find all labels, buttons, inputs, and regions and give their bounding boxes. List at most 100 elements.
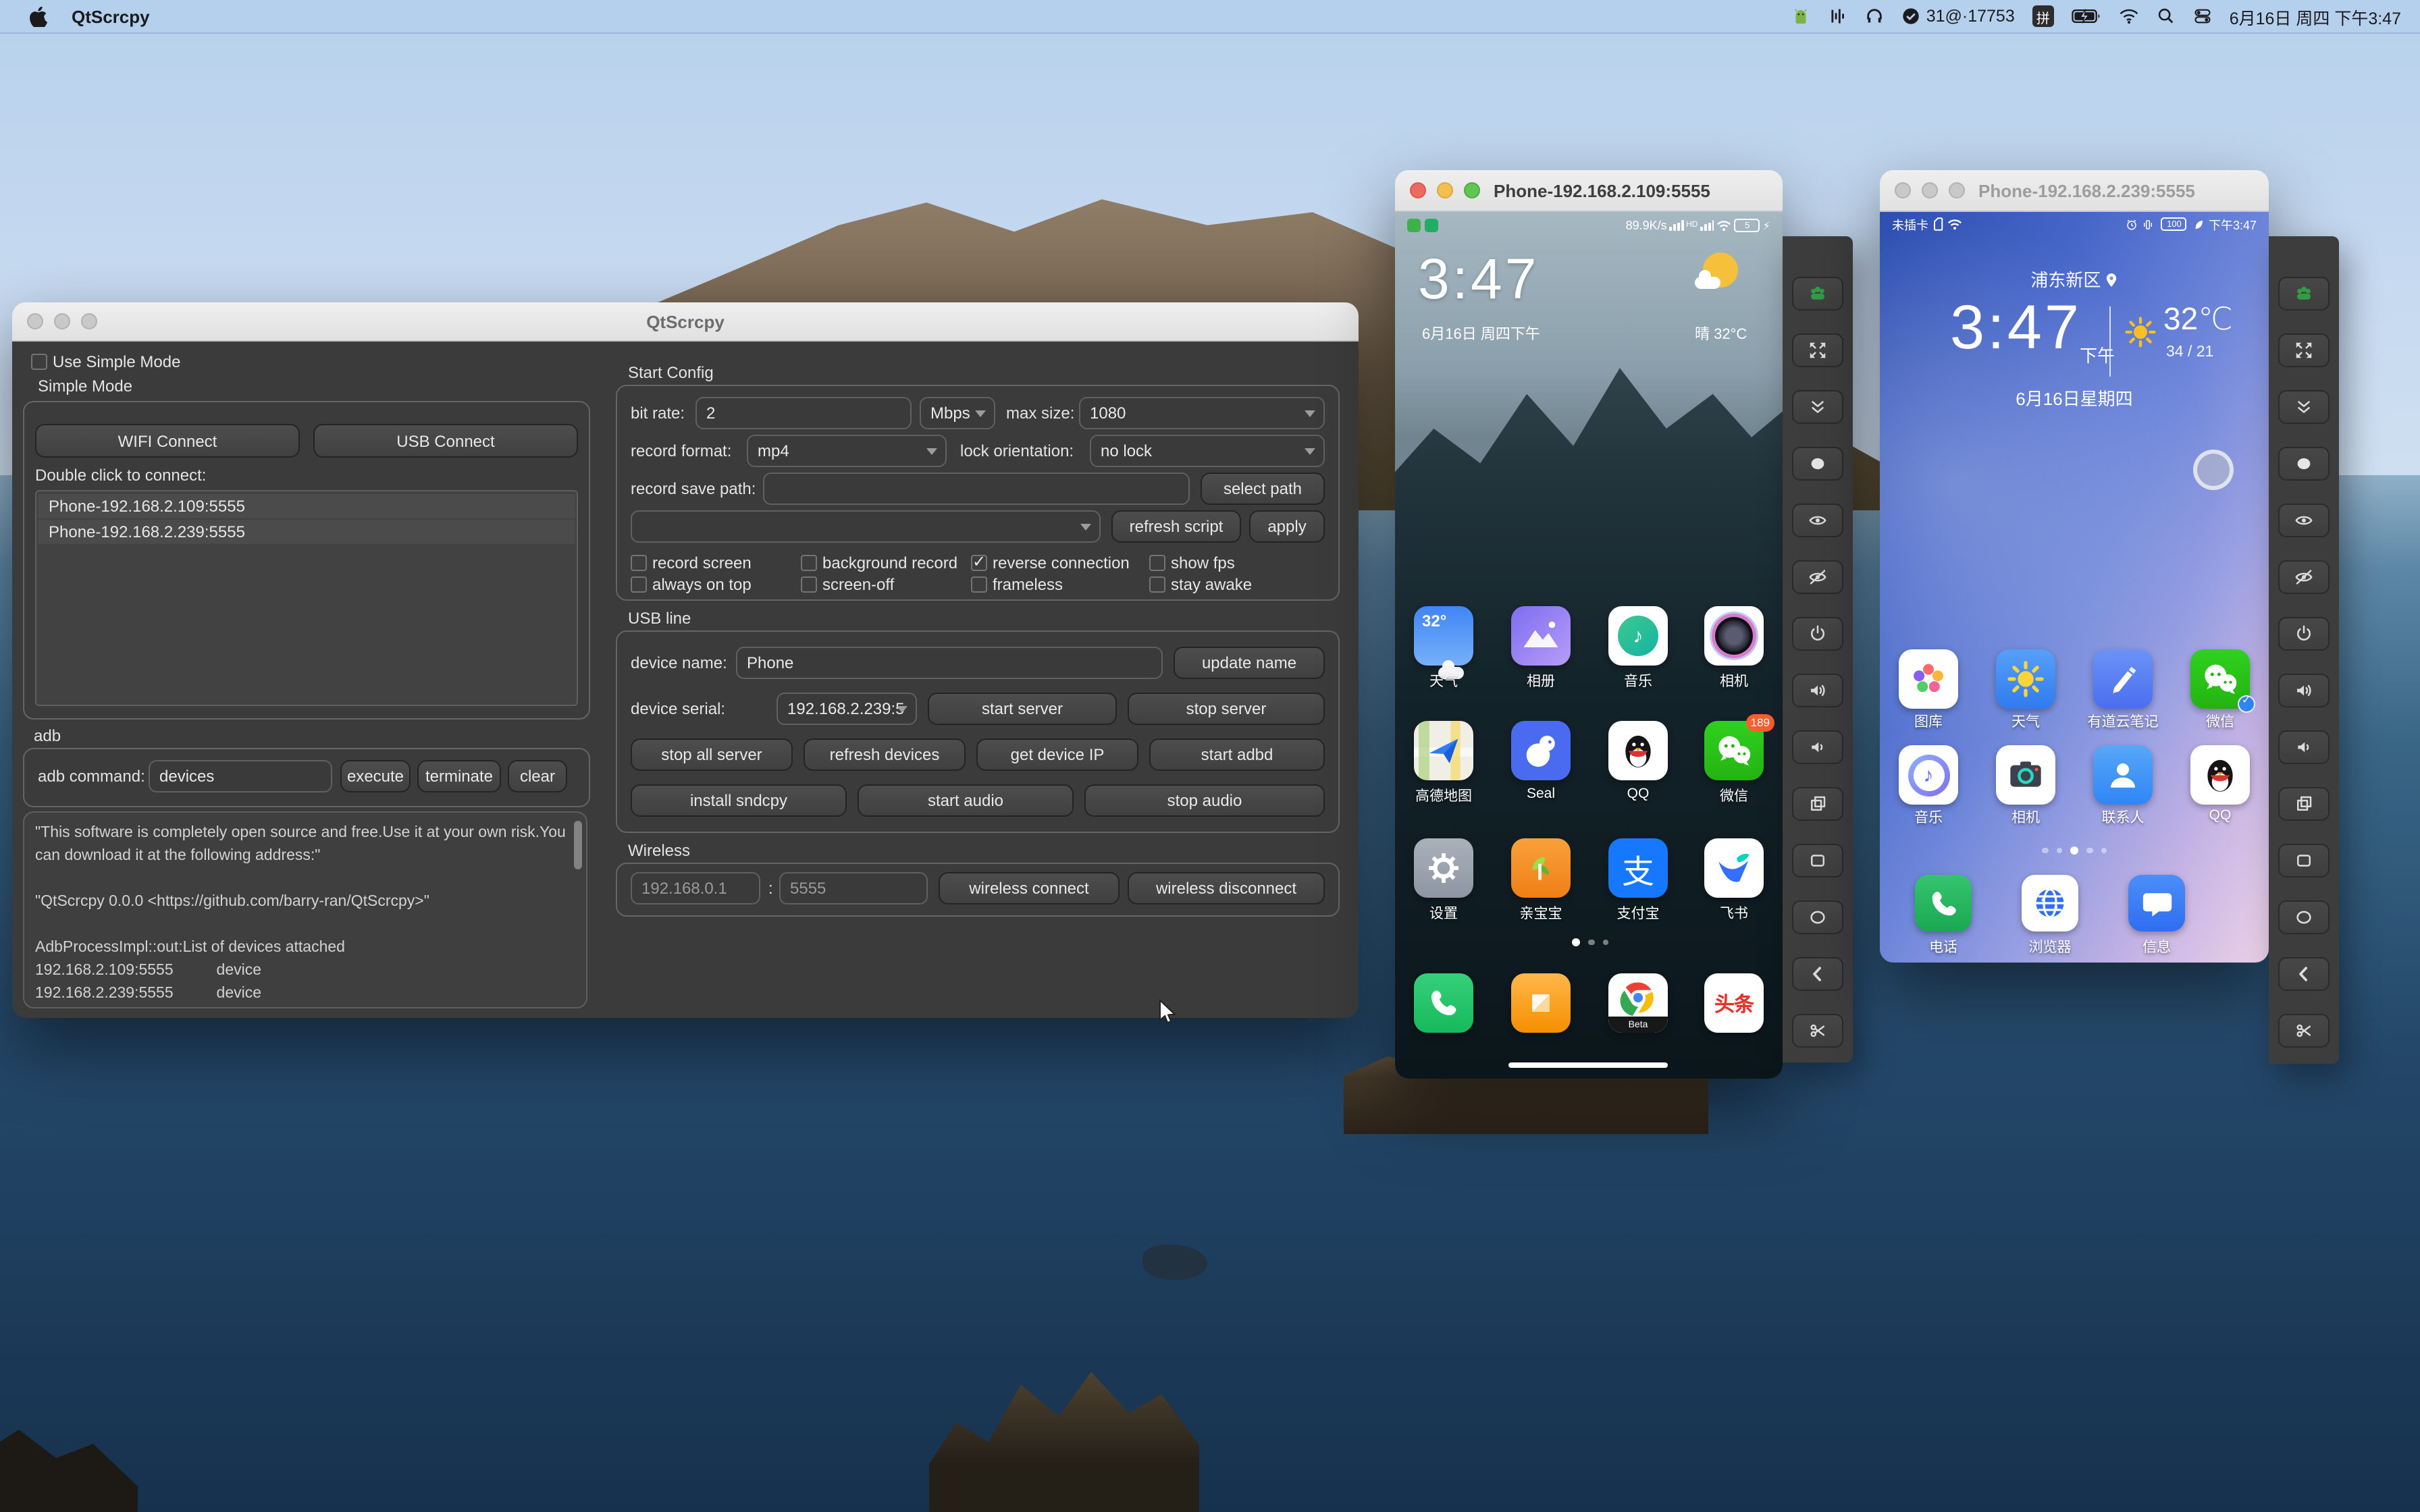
lock-orientation-combo[interactable]: no lock: [1090, 435, 1325, 467]
back-button[interactable]: [2278, 957, 2330, 991]
app-icon-qq2[interactable]: [2190, 745, 2250, 805]
phone1-screen[interactable]: 89.9K/s HD 5 ⚡ 3:47 6月16日 周四下午 晴 32°C 32…: [1395, 212, 1783, 1079]
qtscrcpy-titlebar[interactable]: QtScrcpy: [12, 302, 1359, 342]
control-center-icon[interactable]: [2193, 7, 2212, 26]
app-icon-camera[interactable]: [1704, 606, 1764, 666]
assistive-ball[interactable]: [2193, 450, 2234, 490]
device-serial-combo[interactable]: 192.168.2.239:5: [777, 693, 917, 725]
update-name-button[interactable]: update name: [1174, 647, 1325, 679]
phone2-titlebar[interactable]: Phone-192.168.2.239:5555: [1880, 170, 2269, 212]
record-format-combo[interactable]: mp4: [747, 435, 947, 467]
copy-screen-button[interactable]: [2278, 787, 2330, 821]
dock-icon-browser[interactable]: [2022, 875, 2078, 932]
app-icon-alipay[interactable]: 支: [1608, 838, 1668, 898]
clear-button[interactable]: clear: [508, 760, 567, 792]
volume-up-button[interactable]: [1792, 674, 1843, 707]
volume-up-button[interactable]: [2278, 674, 2330, 707]
group-control-button[interactable]: [2278, 277, 2330, 310]
get-device-ip-button[interactable]: get device IP: [976, 738, 1138, 771]
power-button[interactable]: [1792, 617, 1843, 651]
app-icon-music2[interactable]: ♪: [1899, 745, 1958, 805]
app-icon-qq[interactable]: [1608, 721, 1668, 780]
close-button[interactable]: [1410, 182, 1426, 198]
start-adbd-button[interactable]: start adbd: [1149, 738, 1325, 771]
dock-icon-phone2[interactable]: [1915, 875, 1972, 932]
activity-monitor-icon[interactable]: [1829, 7, 1848, 26]
touch-button[interactable]: [2278, 447, 2330, 481]
max-size-combo[interactable]: 1080: [1079, 397, 1325, 429]
screen-off-checkbox[interactable]: screen-off: [801, 575, 894, 594]
minimize-button[interactable]: [1437, 182, 1453, 198]
apple-menu-icon[interactable]: [30, 6, 47, 26]
collapse-button[interactable]: [2278, 390, 2330, 424]
app-icon-gallery[interactable]: [1899, 649, 1958, 709]
wireless-ip-input[interactable]: [631, 872, 760, 905]
app-icon-camera2[interactable]: [1996, 745, 2055, 805]
im-status-icon[interactable]: 31@·17753: [1902, 7, 2015, 26]
app-icon-qinbaobao[interactable]: [1511, 838, 1571, 898]
hide-screen-button[interactable]: [1792, 560, 1843, 594]
volume-down-button[interactable]: [1792, 730, 1843, 764]
app-icon-amap[interactable]: [1414, 721, 1473, 780]
bit-rate-input[interactable]: [695, 397, 912, 429]
copy-screen-button[interactable]: [1792, 787, 1843, 821]
android-emulator-icon[interactable]: [1791, 6, 1812, 26]
record-screen-checkbox[interactable]: record screen: [631, 554, 752, 572]
app-icon-contacts[interactable]: [2093, 745, 2153, 805]
frameless-checkbox[interactable]: frameless: [971, 575, 1063, 594]
stop-server-button[interactable]: stop server: [1128, 693, 1325, 725]
zoom-button[interactable]: [1949, 182, 1965, 198]
use-simple-mode-checkbox[interactable]: Use Simple Mode: [31, 352, 180, 371]
show-screen-button[interactable]: [1792, 504, 1843, 537]
select-path-button[interactable]: select path: [1201, 473, 1325, 505]
volume-down-button[interactable]: [2278, 730, 2330, 764]
hide-screen-button[interactable]: [2278, 560, 2330, 594]
device-list-item[interactable]: Phone-192.168.2.239:5555: [38, 520, 575, 544]
app-icon-wechat2[interactable]: [2190, 649, 2255, 713]
adb-command-input[interactable]: [149, 760, 332, 792]
stop-audio-button[interactable]: stop audio: [1084, 784, 1325, 817]
zoom-button[interactable]: [1464, 182, 1480, 198]
app-icon-settings[interactable]: [1414, 838, 1473, 898]
dock-icon-messages[interactable]: [2128, 875, 2185, 932]
menubar-clock[interactable]: 6月16日 周四 下午3:47: [2230, 3, 2401, 29]
fullscreen-button[interactable]: [2278, 333, 2330, 367]
dock-icon-chrome-beta[interactable]: Beta: [1608, 973, 1668, 1033]
spotlight-search-icon[interactable]: [2157, 7, 2176, 26]
reverse-connection-checkbox[interactable]: reverse connection: [971, 552, 1130, 572]
app-switch-button[interactable]: [2278, 844, 2330, 878]
apply-button[interactable]: apply: [1249, 510, 1325, 543]
adb-output-console[interactable]: "This software is completely open source…: [23, 811, 587, 1008]
device-list[interactable]: Phone-192.168.2.109:5555 Phone-192.168.2…: [35, 490, 578, 706]
record-save-path-input[interactable]: [763, 473, 1190, 505]
app-switch-button[interactable]: [1792, 844, 1843, 878]
home-button[interactable]: [2278, 900, 2330, 934]
start-audio-button[interactable]: start audio: [858, 784, 1074, 817]
always-on-top-checkbox[interactable]: always on top: [631, 575, 752, 594]
refresh-devices-button[interactable]: refresh devices: [804, 738, 966, 771]
execute-button[interactable]: execute: [340, 760, 411, 792]
app-icon-wechat[interactable]: 189: [1704, 714, 1774, 780]
close-button[interactable]: [1895, 182, 1911, 198]
app-icon-music[interactable]: ♪: [1608, 606, 1668, 666]
input-method-icon[interactable]: 拼: [2032, 5, 2054, 27]
phone2-screen[interactable]: 未插卡 100 下午3:47 浦东新区 3:47 下午 32℃ 34 / 21 …: [1880, 212, 2269, 963]
screenshot-button[interactable]: [2278, 1014, 2330, 1048]
wireless-connect-button[interactable]: wireless connect: [939, 872, 1120, 905]
battery-charging-icon[interactable]: [2072, 8, 2101, 24]
refresh-script-button[interactable]: refresh script: [1111, 510, 1241, 543]
console-scrollbar[interactable]: [574, 821, 582, 869]
app-icon-weather2[interactable]: [1996, 649, 2055, 709]
wireless-disconnect-button[interactable]: wireless disconnect: [1128, 872, 1325, 905]
headset-status-icon[interactable]: [1866, 7, 1885, 26]
menubar-app-name[interactable]: QtScrcpy: [72, 6, 150, 26]
home-indicator[interactable]: [1508, 1062, 1668, 1068]
stop-all-server-button[interactable]: stop all server: [631, 738, 793, 771]
collapse-button[interactable]: [1792, 390, 1843, 424]
device-list-item[interactable]: Phone-192.168.2.109:5555: [38, 494, 575, 518]
show-fps-checkbox[interactable]: show fps: [1149, 554, 1235, 572]
device-name-input[interactable]: [736, 647, 1163, 679]
bit-rate-unit-combo[interactable]: Mbps: [920, 397, 995, 429]
app-icon-seal[interactable]: [1511, 721, 1571, 780]
wireless-port-input[interactable]: [779, 872, 928, 905]
